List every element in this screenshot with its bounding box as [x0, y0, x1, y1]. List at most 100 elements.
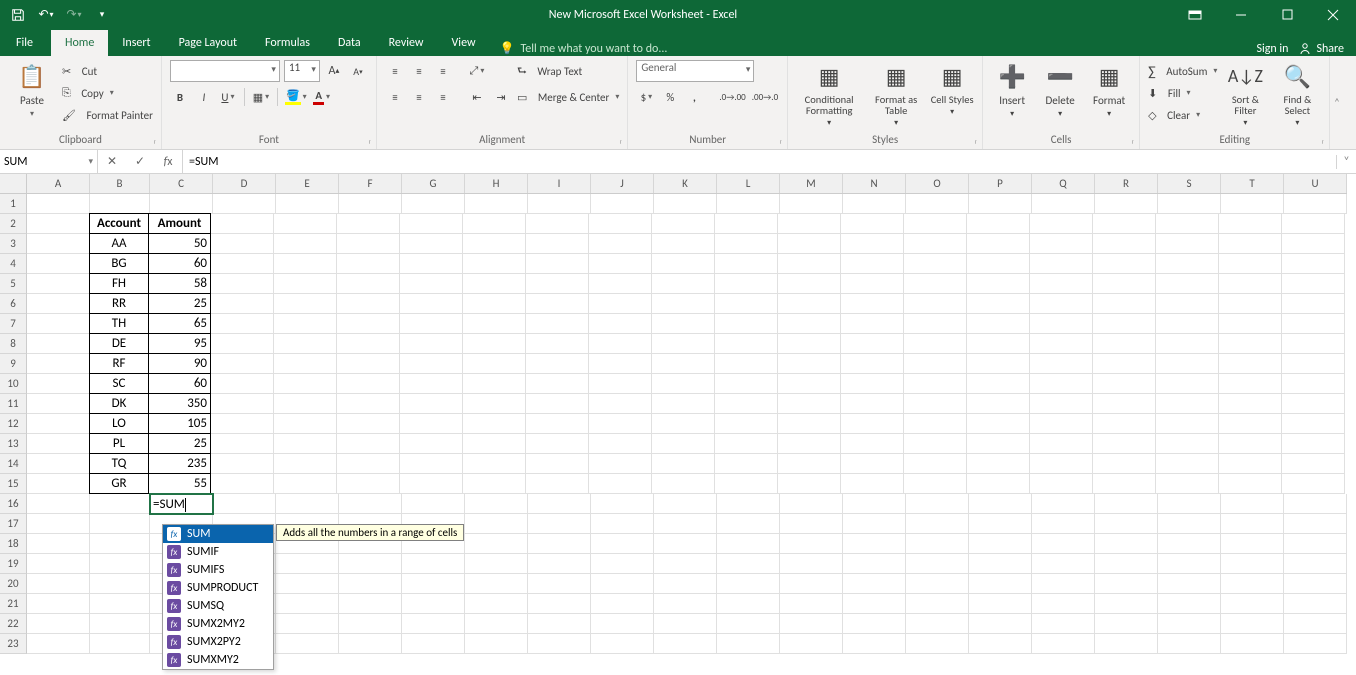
- cell[interactable]: [778, 274, 841, 294]
- cell[interactable]: [589, 274, 652, 294]
- increase-indent-button[interactable]: ⇥: [491, 87, 511, 107]
- cell[interactable]: [274, 214, 337, 234]
- cell[interactable]: [400, 394, 463, 414]
- cell[interactable]: [1030, 454, 1093, 474]
- cell[interactable]: [1030, 234, 1093, 254]
- cell[interactable]: [654, 594, 717, 614]
- cell[interactable]: [841, 234, 904, 254]
- column-header[interactable]: C: [150, 174, 213, 193]
- border-button[interactable]: ▦: [251, 87, 271, 107]
- cell[interactable]: [717, 514, 780, 534]
- cell[interactable]: 65: [148, 313, 211, 334]
- cell[interactable]: [1032, 574, 1095, 594]
- cell[interactable]: [1221, 634, 1284, 654]
- paste-button[interactable]: 📋 Paste ▾: [8, 60, 56, 119]
- cell[interactable]: [904, 234, 967, 254]
- cell[interactable]: [1093, 354, 1156, 374]
- cell[interactable]: [465, 194, 528, 214]
- cell[interactable]: [969, 514, 1032, 534]
- underline-button[interactable]: U: [218, 87, 238, 107]
- cell[interactable]: [1219, 454, 1282, 474]
- percent-format-button[interactable]: %: [660, 87, 680, 107]
- expand-formula-bar-button[interactable]: ˅: [1336, 155, 1356, 169]
- bold-button[interactable]: B: [170, 87, 190, 107]
- cell[interactable]: [715, 214, 778, 234]
- cell[interactable]: [843, 634, 906, 654]
- cell[interactable]: [1219, 234, 1282, 254]
- row-headers[interactable]: 1234567891011121314151617181920212223: [0, 194, 27, 654]
- cell[interactable]: [904, 434, 967, 454]
- cell[interactable]: [591, 534, 654, 554]
- row-header[interactable]: 19: [0, 554, 27, 574]
- column-header[interactable]: Q: [1032, 174, 1095, 193]
- cell[interactable]: 60: [148, 373, 211, 394]
- cell[interactable]: [27, 414, 90, 434]
- cell[interactable]: [1095, 594, 1158, 614]
- cell[interactable]: [27, 574, 90, 594]
- cell[interactable]: [1156, 294, 1219, 314]
- cell[interactable]: [528, 514, 591, 534]
- cell[interactable]: [1221, 194, 1284, 214]
- cell[interactable]: [654, 554, 717, 574]
- cell[interactable]: [211, 474, 274, 494]
- column-header[interactable]: L: [717, 174, 780, 193]
- cell[interactable]: [402, 614, 465, 634]
- cell[interactable]: [526, 414, 589, 434]
- font-size-combo[interactable]: 11: [284, 60, 320, 82]
- cell[interactable]: [528, 194, 591, 214]
- cell[interactable]: [27, 334, 90, 354]
- cell[interactable]: [337, 214, 400, 234]
- cell[interactable]: [276, 494, 339, 514]
- cell[interactable]: [1030, 314, 1093, 334]
- cell[interactable]: [591, 514, 654, 534]
- cell[interactable]: [1093, 234, 1156, 254]
- cell[interactable]: [211, 254, 274, 274]
- cell[interactable]: [967, 294, 1030, 314]
- cell[interactable]: [841, 214, 904, 234]
- cell[interactable]: [400, 314, 463, 334]
- tab-formulas[interactable]: Formulas: [251, 30, 324, 56]
- cell[interactable]: [589, 454, 652, 474]
- cell[interactable]: [90, 574, 150, 594]
- row-header[interactable]: 17: [0, 514, 27, 534]
- cell[interactable]: [1284, 614, 1347, 634]
- cell[interactable]: [276, 574, 339, 594]
- cell[interactable]: [969, 494, 1032, 514]
- cell[interactable]: [339, 554, 402, 574]
- cell[interactable]: [1156, 414, 1219, 434]
- cell[interactable]: [652, 354, 715, 374]
- cell[interactable]: [906, 514, 969, 534]
- cell[interactable]: [778, 354, 841, 374]
- cell[interactable]: [715, 474, 778, 494]
- cell[interactable]: [211, 334, 274, 354]
- cell[interactable]: [1093, 454, 1156, 474]
- cell[interactable]: [1221, 594, 1284, 614]
- insert-cells-button[interactable]: ➕Insert▾: [991, 60, 1033, 119]
- cell[interactable]: [339, 494, 402, 514]
- cell[interactable]: [463, 374, 526, 394]
- cell[interactable]: [715, 374, 778, 394]
- cell[interactable]: [591, 634, 654, 654]
- cell[interactable]: [1221, 534, 1284, 554]
- cell[interactable]: [526, 294, 589, 314]
- cell[interactable]: [652, 394, 715, 414]
- cell[interactable]: [1156, 374, 1219, 394]
- align-left-button[interactable]: ≡: [385, 87, 405, 107]
- cell[interactable]: [969, 534, 1032, 554]
- cell[interactable]: [1156, 354, 1219, 374]
- cell[interactable]: [27, 594, 90, 614]
- clear-button[interactable]: ◇ Clear: [1148, 104, 1217, 126]
- cell[interactable]: [841, 394, 904, 414]
- cell[interactable]: [843, 194, 906, 214]
- cell[interactable]: [778, 454, 841, 474]
- orientation-button[interactable]: ⤢: [467, 61, 487, 81]
- tab-view[interactable]: View: [438, 30, 490, 56]
- cell[interactable]: [969, 634, 1032, 654]
- cell[interactable]: [1032, 494, 1095, 514]
- cell[interactable]: [274, 454, 337, 474]
- cell[interactable]: [652, 474, 715, 494]
- cell[interactable]: DE: [89, 333, 149, 354]
- cell[interactable]: [465, 514, 528, 534]
- save-button[interactable]: [6, 4, 30, 26]
- cell[interactable]: [339, 634, 402, 654]
